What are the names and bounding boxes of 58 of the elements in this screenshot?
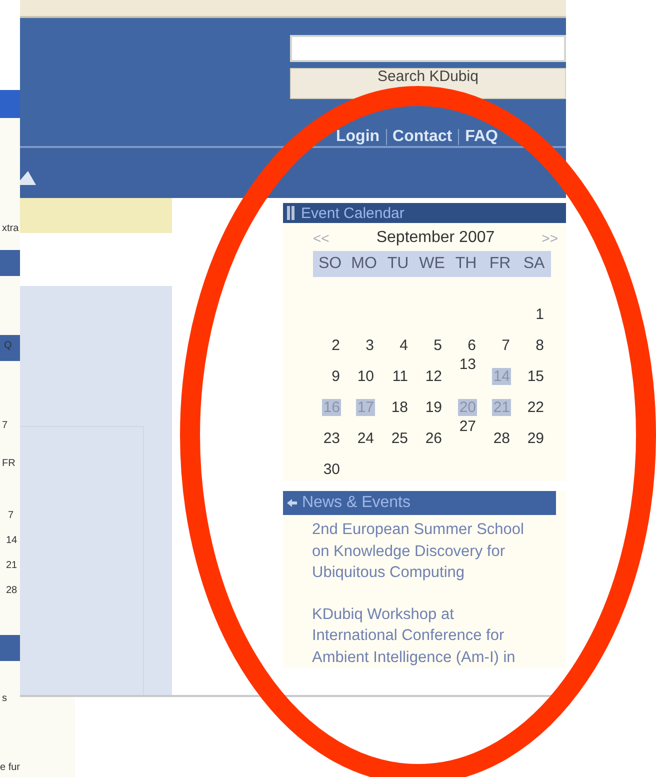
triangle-icon [20, 171, 36, 185]
calendar-day[interactable]: 13 [458, 356, 477, 373]
header-link[interactable]: FAQ [465, 128, 498, 146]
header-strip [0, 635, 20, 661]
calendar-day[interactable]: 5 [432, 336, 443, 354]
weekday-header: TH [449, 251, 483, 277]
weekday-header: SO [313, 251, 347, 277]
cut-text: s [2, 693, 7, 704]
header-strip [0, 250, 20, 276]
cut-text: 14 [6, 535, 18, 546]
search-field[interactable] [290, 35, 566, 62]
calendar-day[interactable]: 6 [466, 336, 477, 354]
calendar-day[interactable]: 2 [330, 336, 341, 354]
section-title: News & Events [302, 494, 410, 512]
cut-text: 7 [2, 420, 8, 431]
calendar-day[interactable]: 7 [500, 336, 511, 354]
cut-text: e fur [0, 762, 20, 773]
calendar-day[interactable]: 11 [391, 368, 409, 384]
calendar-day[interactable]: 8 [534, 336, 545, 354]
toolbar-strip [0, 90, 20, 118]
arrow-icon [286, 498, 298, 508]
calendar-day[interactable]: 4 [398, 336, 409, 354]
weekday-header: TU [381, 251, 415, 277]
header-link[interactable]: Login [336, 128, 380, 146]
month-title: September 2007 [376, 229, 495, 247]
weekday-header: MO [347, 251, 381, 277]
cut-text: FR [2, 458, 16, 469]
calendar-day[interactable]: 22 [526, 398, 545, 416]
calendar-day[interactable]: 24 [356, 430, 375, 446]
weekday-header: SA [517, 251, 551, 277]
calendar-day[interactable]: 1 [534, 306, 545, 322]
calendar-day[interactable]: 25 [390, 430, 409, 446]
calendar-day[interactable]: 28 [492, 430, 511, 446]
calendar-day[interactable]: 26 [424, 430, 443, 446]
cut-text: 21 [6, 560, 18, 571]
calendar-day[interactable]: 9 [330, 368, 341, 384]
calendar-day[interactable]: 30 [322, 460, 341, 478]
calendar-day[interactable]: 27 [458, 418, 477, 435]
header-strip [0, 335, 20, 361]
header-link[interactable]: Contact [392, 128, 452, 146]
news-link[interactable]: KDubiq Workshop at International Conference for Ambient Intelligence (Am-I) in [312, 604, 527, 668]
calendar-day[interactable]: 12 [424, 368, 443, 384]
cut-text: Q [4, 340, 12, 351]
calendar-day[interactable]: 15 [526, 368, 545, 384]
calendar-day[interactable]: 19 [424, 398, 443, 416]
calendar-day[interactable]: 23 [322, 430, 341, 446]
calendar-day[interactable]: 3 [364, 336, 375, 354]
calendar-day[interactable]: 18 [390, 398, 409, 416]
cut-text: 7 [8, 510, 14, 521]
weekday-header: FR [483, 251, 517, 277]
calendar-day[interactable]: 29 [526, 430, 545, 446]
cut-text: 28 [6, 585, 18, 596]
section-title: Event Calendar [301, 204, 404, 222]
news-link[interactable]: 2nd European Summer School on Knowledge Discovery for Ubiquitous Computing [312, 519, 527, 584]
bars-icon [287, 206, 295, 220]
cut-text: xtra [2, 223, 19, 234]
calendar-day[interactable]: 10 [356, 368, 375, 384]
weekday-header: WE [415, 251, 449, 277]
